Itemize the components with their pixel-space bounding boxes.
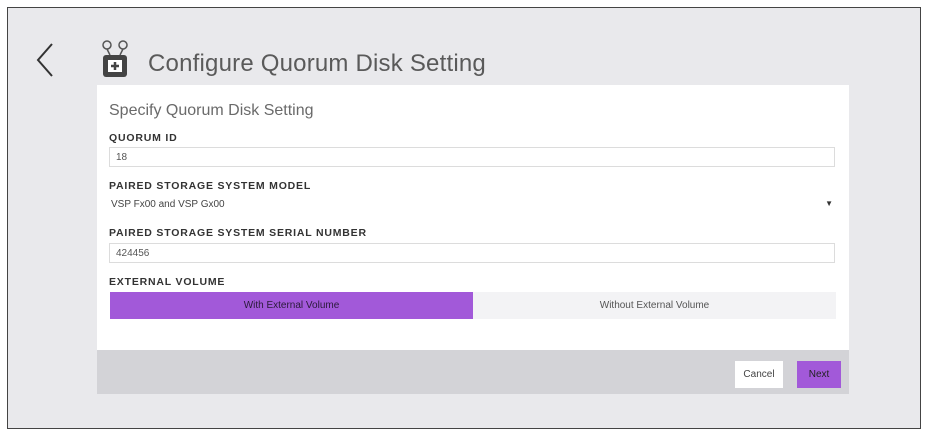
back-button[interactable]: [30, 40, 60, 80]
footer-bar: Cancel Next: [97, 350, 849, 394]
cancel-button[interactable]: Cancel: [735, 361, 783, 388]
dropdown-caret-icon: ▼: [825, 199, 833, 208]
chevron-left-icon: [36, 43, 53, 77]
without-external-volume-option[interactable]: Without External Volume: [473, 292, 836, 319]
storage-model-select[interactable]: VSP Fx00 and VSP Gx00 ▼: [109, 196, 835, 214]
storage-model-label: PAIRED STORAGE SYSTEM MODEL: [109, 180, 312, 192]
external-volume-label: EXTERNAL VOLUME: [109, 276, 226, 288]
quorum-id-label: QUORUM ID: [109, 132, 178, 144]
page-title: Configure Quorum Disk Setting: [148, 50, 486, 77]
serial-number-label: PAIRED STORAGE SYSTEM SERIAL NUMBER: [109, 227, 367, 239]
with-external-volume-option[interactable]: With External Volume: [110, 292, 473, 319]
serial-number-input[interactable]: [109, 243, 835, 263]
storage-model-value: VSP Fx00 and VSP Gx00: [111, 199, 225, 210]
quorum-disk-icon: [98, 38, 134, 82]
next-button[interactable]: Next: [797, 361, 841, 388]
quorum-settings-card: Specify Quorum Disk Setting QUORUM ID PA…: [97, 85, 849, 350]
quorum-id-input[interactable]: [109, 147, 835, 167]
section-title: Specify Quorum Disk Setting: [109, 102, 314, 119]
